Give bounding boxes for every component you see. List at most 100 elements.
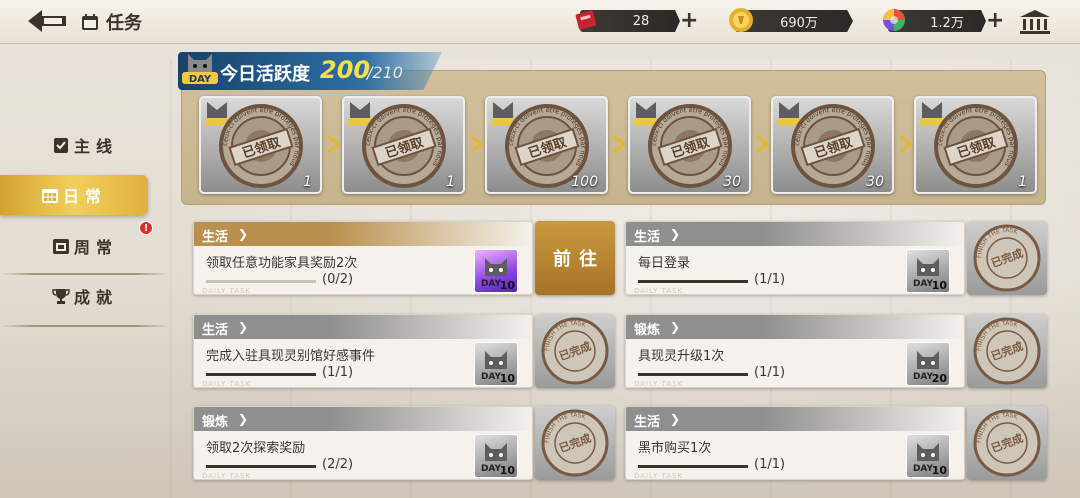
task-progress-bar (206, 465, 316, 468)
chevron-right-icon (469, 134, 484, 154)
gold-resource: 690万 (729, 8, 853, 34)
day-badge-text: DAY (189, 74, 212, 85)
trophy-icon (52, 289, 70, 304)
reward-item[interactable]: DAY 10 (474, 249, 518, 293)
reward-item[interactable]: DAY 10 (906, 249, 950, 293)
task-progress-bar (206, 280, 316, 283)
reward-count: 10 (499, 372, 515, 385)
task-category: 锻炼 (634, 323, 661, 338)
activity-chest[interactable]: ceux-ci doivent être protégés par nous 已领… (342, 96, 465, 194)
chevron-right-icon (326, 134, 341, 154)
bank-icon[interactable] (1018, 8, 1052, 36)
ticket-resource: 28 (575, 8, 680, 34)
chest-count: 100 (571, 174, 598, 190)
ticket-icon (575, 10, 597, 30)
go-button[interactable]: 前往 (535, 221, 615, 295)
task-watermark: DAILY TASK (202, 472, 252, 480)
svg-text:DAY: DAY (481, 464, 502, 474)
completed-stamp-icon: FINISH THE TASK已完成 (973, 317, 1041, 385)
task-card: 锻炼 ❯ 具现灵升级1次 (1/1) DAILY TASK DAY 20 (625, 314, 965, 388)
activity-chest[interactable]: ceux-ci doivent être protégés par nous 已领… (199, 96, 322, 194)
task-progress-text: (1/1) (754, 365, 786, 380)
gold-coin-icon (729, 8, 753, 32)
calendar-icon (41, 189, 58, 203)
reward-item[interactable]: DAY 20 (906, 342, 950, 386)
activity-label: 今日活跃度 (220, 64, 310, 85)
nav-divider (0, 273, 170, 275)
task-card: 生活 ❯ 每日登录 (1/1) DAILY TASK DAY 10 (625, 221, 965, 295)
completed-stamp-box: FINISH THE TASK 已完成 (967, 406, 1047, 480)
double-chevron-right-icon: ❯ (238, 412, 249, 426)
task-watermark: DAILY TASK (634, 380, 684, 388)
task-card: 锻炼 ❯ 领取2次探索奖励 (2/2) DAILY TASK DAY 10 (193, 406, 533, 480)
completed-stamp-box: FINISH THE TASK 已完成 (967, 221, 1047, 295)
activity-chest[interactable]: ceux-ci doivent être protégés par nous 已领… (771, 96, 894, 194)
activity-value: 200 (320, 56, 371, 84)
task-progress-bar (206, 373, 316, 376)
reward-count: 10 (499, 464, 515, 477)
task-category: 生活 (202, 323, 229, 338)
nav-item-label: 周常 (73, 238, 118, 257)
chevron-right-icon (755, 134, 770, 154)
reward-count: 10 (499, 279, 515, 292)
double-chevron-right-icon: ❯ (670, 412, 681, 426)
completed-stamp-icon: FINISH THE TASK已完成 (541, 317, 609, 385)
nav-item-label: 成就 (73, 288, 118, 307)
page-title-group: 任务 (80, 9, 142, 35)
reward-item[interactable]: DAY 10 (906, 434, 950, 478)
task-watermark: DAILY TASK (634, 472, 684, 480)
task-name: 每日登录 (638, 256, 691, 271)
task-progress-text: (2/2) (322, 457, 354, 472)
chevron-right-icon (898, 134, 913, 154)
completed-stamp-icon: FINISH THE TASK已完成 (973, 409, 1041, 477)
svg-text:DAY: DAY (481, 279, 502, 289)
task-name: 黑市购买1次 (638, 441, 712, 456)
nav-item-daily[interactable]: 日常 (0, 175, 148, 215)
nav-item-label: 主线 (73, 137, 118, 156)
ticket-add-button[interactable]: + (680, 10, 698, 32)
task-progress-bar (638, 373, 748, 376)
calendar-icon (82, 14, 98, 30)
svg-text:DAY: DAY (913, 372, 934, 382)
double-chevron-right-icon: ❯ (670, 227, 681, 241)
activity-chest[interactable]: ceux-ci doivent être protégés par nous 已领… (628, 96, 751, 194)
completed-stamp-icon: FINISH THE TASK已完成 (541, 409, 609, 477)
task-progress-text: (1/1) (754, 272, 786, 287)
crystal-gem-icon (883, 9, 905, 31)
activity-chest[interactable]: ceux-ci doivent être protégés par nous 已领… (914, 96, 1037, 194)
chevron-right-icon (612, 134, 627, 154)
task-card: 生活 ❯ 完成入驻具现灵别馆好感事件 (1/1) DAILY TASK DAY 10 (193, 314, 533, 388)
task-progress-text: (0/2) (322, 272, 354, 287)
reward-item[interactable]: DAY 10 (474, 434, 518, 478)
completed-stamp-box: FINISH THE TASK 已完成 (967, 314, 1047, 388)
task-progress-text: (1/1) (322, 365, 354, 380)
back-arrow-icon[interactable] (24, 6, 70, 36)
day-cat-badge-icon: DAY (182, 54, 218, 85)
task-category: 生活 (202, 230, 229, 245)
nav-item-achievement[interactable]: 成就 (0, 276, 170, 316)
task-name: 领取任意功能家具奖励2次 (206, 256, 358, 271)
chest-count: 30 (866, 174, 884, 190)
reward-count: 10 (931, 279, 947, 292)
reward-count: 10 (931, 464, 947, 477)
task-card: 生活 ❯ 领取任意功能家具奖励2次 (0/2) DAILY TASK DAY 10 (193, 221, 533, 295)
chest-count: 1 (303, 174, 312, 190)
nav-item-main[interactable]: 主线 (0, 125, 170, 165)
page-title: 任务 (106, 13, 142, 34)
svg-text:DAY: DAY (913, 464, 934, 474)
double-chevron-right-icon: ❯ (238, 227, 249, 241)
completed-stamp-box: FINISH THE TASK 已完成 (535, 406, 615, 480)
task-progress-text: (1/1) (754, 457, 786, 472)
activity-chest[interactable]: ceux-ci doivent être protégés par nous 已领… (485, 96, 608, 194)
task-watermark: DAILY TASK (202, 287, 252, 295)
chest-count: 1 (446, 174, 455, 190)
gem-add-button[interactable]: + (986, 10, 1004, 32)
task-watermark: DAILY TASK (634, 287, 684, 295)
task-name: 具现灵升级1次 (638, 349, 725, 364)
reward-item[interactable]: DAY 10 (474, 342, 518, 386)
task-watermark: DAILY TASK (202, 380, 252, 388)
svg-text:DAY: DAY (481, 372, 502, 382)
task-progress-bar (638, 280, 748, 283)
nav-item-label: 日常 (62, 187, 107, 206)
top-bar: 任务 28 + 690万 1.2万 + (0, 0, 1080, 44)
